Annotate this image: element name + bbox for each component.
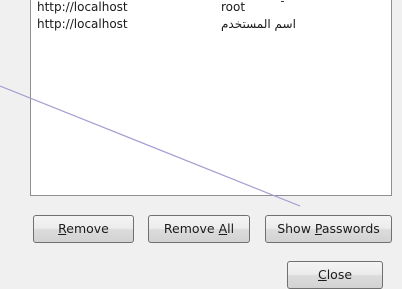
remove-all-label-part: Remove <box>163 221 219 236</box>
remove-button[interactable]: Remove <box>33 215 134 243</box>
remove-label-part: emove <box>66 221 109 236</box>
username-cell: اسم المستخدم <box>221 17 296 31</box>
show-passwords-label-part: asswords <box>321 221 380 236</box>
close-mnemonic: C <box>317 267 327 282</box>
username-cell: root <box>221 0 246 14</box>
show-passwords-label-part: Show <box>277 221 315 236</box>
remove-all-mnemonic: A <box>218 221 228 236</box>
close-button[interactable]: Close <box>287 261 383 289</box>
clipped-text-fragment: ـ <box>281 0 291 2</box>
close-label-part: lose <box>326 267 353 282</box>
site-cell: http://localhost <box>37 0 128 14</box>
site-cell: http://localhost <box>37 17 128 31</box>
show-passwords-mnemonic: P <box>314 221 322 236</box>
remove-all-button[interactable]: Remove All <box>148 215 250 243</box>
remove-all-label-part: ll <box>227 221 235 236</box>
saved-passwords-list[interactable]: ـ http://localhost root http://localhost… <box>30 0 392 196</box>
show-passwords-button[interactable]: Show Passwords <box>265 215 392 243</box>
